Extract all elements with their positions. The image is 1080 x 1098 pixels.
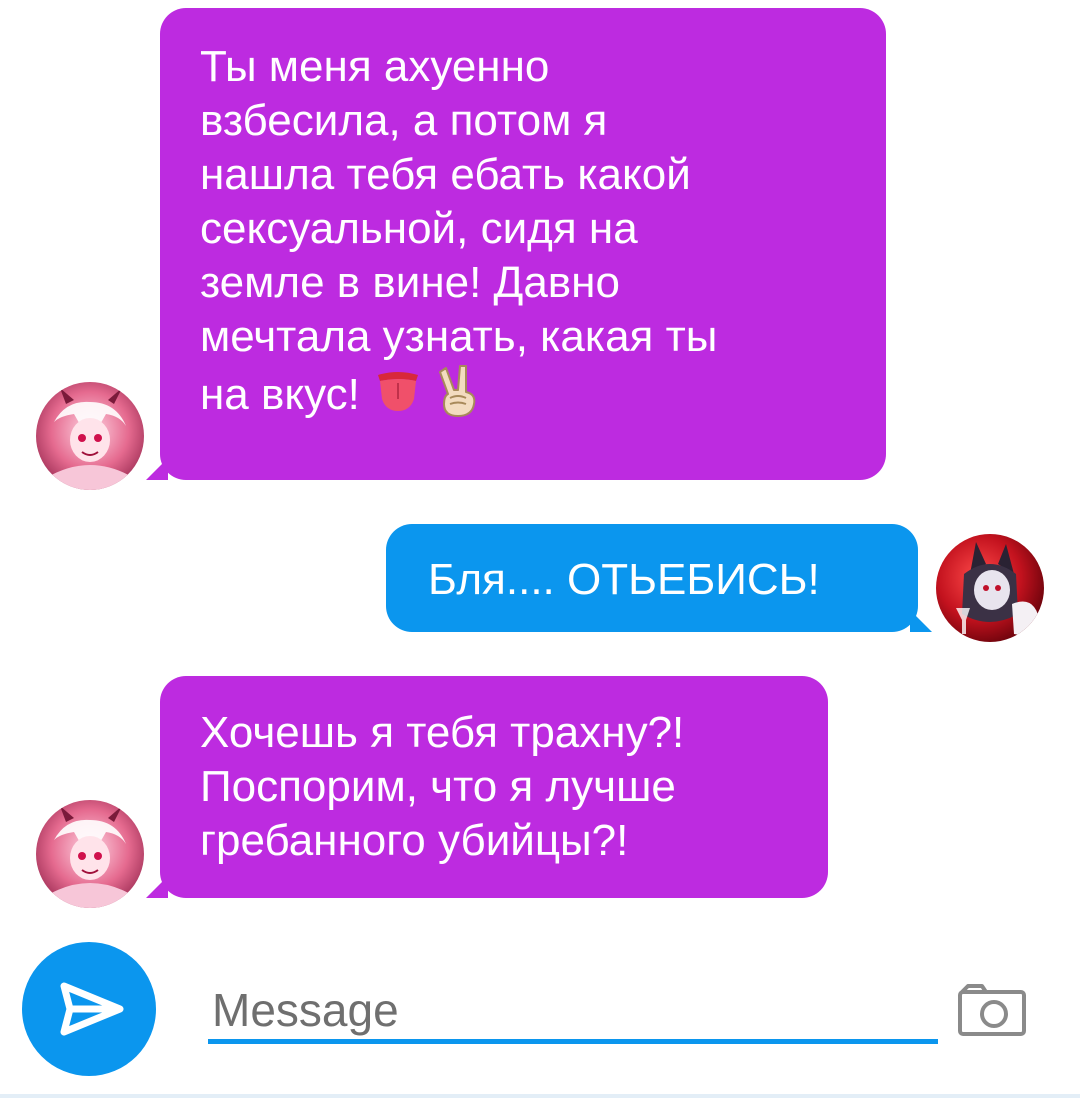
- message-line: гребанного убийцы?!: [200, 816, 629, 865]
- camera-button[interactable]: [956, 982, 1028, 1038]
- message-bubble-incoming[interactable]: Ты меня ахуенно взбесила, а потом я нашл…: [146, 8, 886, 480]
- message-line: Поспорим, что я лучше: [200, 762, 676, 811]
- message-bubble-incoming[interactable]: Хочешь я тебя трахну?! Поспорим, что я л…: [146, 676, 828, 898]
- message-line: Хочешь я тебя трахну?!: [200, 708, 685, 757]
- send-arrow-icon: [60, 982, 124, 1036]
- send-button[interactable]: [22, 942, 156, 1076]
- message-line: нашла тебя ебать какой: [200, 150, 691, 199]
- message-line: сексуальной, сидя на: [200, 204, 638, 253]
- victory-hand-emoji: [436, 364, 480, 431]
- tongue-emoji: [372, 369, 424, 426]
- message-line-last: на вкус!: [200, 364, 886, 431]
- message-line: земле в вине! Давно: [200, 258, 620, 307]
- message-line: Бля.... ОТЬЕБИСЬ!: [428, 555, 820, 604]
- message-line: взбесила, а потом я: [200, 96, 608, 145]
- bottom-divider: [0, 1094, 1080, 1098]
- bubble-tail: [146, 876, 168, 898]
- chat-screen: Ты меня ахуенно взбесила, а потом я нашл…: [0, 0, 1080, 1098]
- self-avatar[interactable]: [936, 534, 1044, 642]
- message-line: мечтала узнать, какая ты: [200, 312, 718, 361]
- camera-icon: [958, 984, 1026, 1036]
- contact-avatar[interactable]: [36, 800, 144, 908]
- contact-avatar[interactable]: [36, 382, 144, 490]
- message-bubble-outgoing[interactable]: Бля.... ОТЬЕБИСЬ!: [386, 524, 932, 632]
- bubble-tail: [910, 610, 932, 632]
- bubble-tail: [146, 458, 168, 480]
- message-line: Ты меня ахуенно: [200, 42, 550, 91]
- message-input[interactable]: [208, 980, 938, 1044]
